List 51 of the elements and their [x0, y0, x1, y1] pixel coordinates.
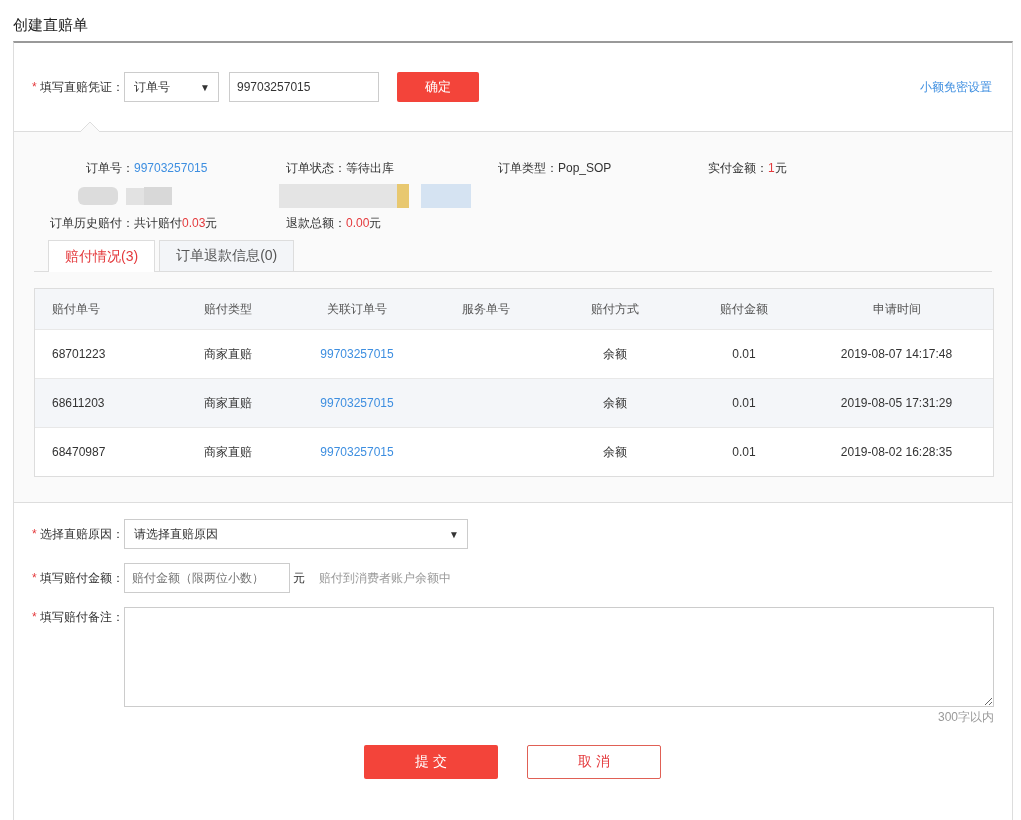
order-link[interactable]: 99703257015	[134, 161, 208, 175]
column-header: 赔付方式	[590, 300, 640, 318]
table-cell-text: 余额	[602, 443, 628, 461]
field-label: * 填写直赔凭证：	[32, 78, 124, 96]
order-info-text: 订单号：99703257015	[86, 160, 209, 177]
char-limit-text: 300字以内	[937, 709, 994, 726]
column-header: 赔付类型	[203, 300, 253, 318]
field-label: * 填写赔付备注：	[32, 609, 124, 626]
order-link[interactable]: 99703257015	[320, 445, 394, 459]
table-cell-text: 0.01	[731, 445, 757, 459]
tab[interactable]: 订单退款信息(0)	[159, 240, 295, 271]
order-info-text: 退款总额：0.00元	[286, 215, 383, 232]
column-header: 服务单号	[461, 300, 511, 318]
table-cell-text: 0.01	[731, 396, 757, 410]
field-label: * 填写赔付金额：	[32, 569, 124, 587]
column-header: 赔付金额	[719, 300, 769, 318]
table-cell-text: 商家直赔	[203, 443, 253, 461]
table-cell-text: 0.01	[731, 347, 757, 361]
order-link[interactable]: 99703257015	[320, 396, 394, 410]
table-cell-text: 2019-08-07 14:17:48	[839, 347, 954, 361]
order-link[interactable]: 99703257015	[320, 347, 394, 361]
column-header: 赔付单号	[51, 300, 101, 318]
unit-label: 元	[293, 569, 305, 587]
tab[interactable]: 赔付情况(3)	[48, 240, 156, 272]
table-cell-text: 68611203	[51, 396, 106, 410]
voucher-input[interactable]: 99703257015	[229, 72, 379, 102]
order-info-text: 订单状态：等待出库	[286, 160, 395, 177]
amount-input[interactable]: 赔付金额（限两位小数）	[124, 563, 290, 593]
order-info-text: 实付金额：1元	[708, 160, 788, 177]
submit-button[interactable]: 提 交	[364, 745, 498, 779]
table-cell-text: 商家直赔	[203, 345, 253, 363]
table-cell-text: 商家直赔	[203, 394, 253, 412]
order-info-text: 订单类型：Pop_SOP	[498, 160, 613, 177]
order-info-text: 订单历史赔付：共计赔付0.03元	[50, 215, 219, 232]
note-textarea[interactable]	[124, 607, 994, 707]
page-title: 创建直赔单	[12, 15, 89, 35]
cancel-button[interactable]: 取 消	[527, 745, 661, 779]
table-cell-text: 68470987	[51, 445, 107, 459]
table-cell-text: 余额	[602, 345, 628, 363]
field-label: * 选择直赔原因：	[32, 525, 124, 543]
confirm-button[interactable]: 确定	[397, 72, 479, 102]
table-cell-text: 2019-08-02 16:28:35	[839, 445, 954, 459]
hint-text: 赔付到消费者账户余额中	[319, 569, 451, 587]
voucher-type-select[interactable]: 订单号 ▼	[124, 72, 219, 102]
table-cell-text: 余额	[602, 394, 628, 412]
reason-select[interactable]: 请选择直赔原因 ▼	[124, 519, 468, 549]
settings-link[interactable]: 小额免密设置	[920, 78, 992, 96]
column-header: 申请时间	[871, 300, 922, 318]
table-cell-text: 2019-08-05 17:31:29	[839, 396, 954, 410]
column-header: 关联订单号	[326, 300, 388, 318]
table-cell-text: 68701223	[51, 347, 107, 361]
